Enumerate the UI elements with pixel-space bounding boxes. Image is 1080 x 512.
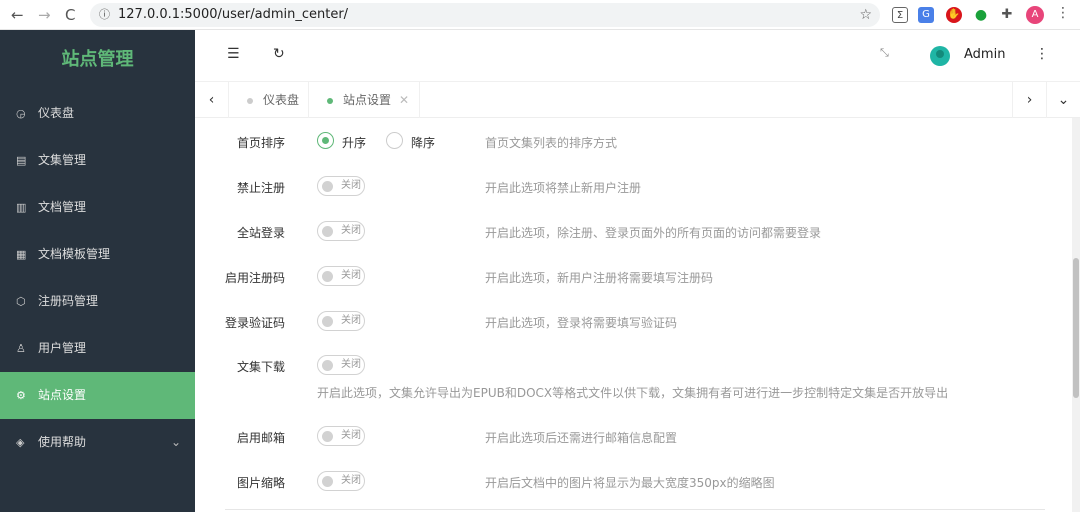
info-icon[interactable]: ⓘ (99, 3, 110, 27)
toggle-switch[interactable]: 关闭 (317, 426, 365, 446)
back-icon[interactable]: ← (11, 6, 24, 24)
setting-label: 首页排序 (236, 136, 285, 150)
setting-label: 禁止注册 (236, 181, 285, 195)
setting-label: 启用邮箱 (236, 431, 285, 445)
dashboard-icon: ◶ (16, 107, 26, 120)
setting-help: 开启此选项，新用户注册将需要填写注册码 (485, 271, 714, 285)
avatar[interactable] (930, 46, 950, 66)
setting-require-login: 全站登录 关闭 开启此选项，除注册、登录页面外的所有页面的访问都需要登录 (195, 216, 1055, 246)
extension-adblock-icon[interactable]: ✋ (946, 7, 962, 23)
more-icon[interactable]: ⋮ (1035, 46, 1049, 62)
sidebar-item-label: 站点设置 (38, 388, 87, 402)
tab-dashboard[interactable]: 仪表盘 (229, 82, 309, 118)
forward-icon[interactable]: → (38, 6, 51, 24)
setting-help: 开启此选项，文集允许导出为EPUB和DOCX等格式文件以供下载，文集拥有者可进行… (317, 386, 949, 400)
user-icon: ♙ (16, 342, 26, 355)
url-text: 127.0.0.1:5000/user/admin_center/ (118, 7, 349, 22)
profile-avatar[interactable]: A (1026, 6, 1044, 24)
toggle-switch[interactable]: 关闭 (317, 176, 365, 196)
sidebar-item-label: 仪表盘 (38, 106, 75, 120)
tab-label: 站点设置 (343, 93, 392, 107)
scrollbar-thumb[interactable] (1073, 258, 1079, 398)
chevron-down-icon: ⌄ (170, 435, 181, 449)
sidebar-item-dashboard[interactable]: ◶ 仪表盘 (0, 90, 195, 137)
tabs-prev-icon[interactable]: ‹ (195, 82, 229, 118)
setting-label: 图片缩略 (236, 476, 285, 490)
tab-bar: ‹ 仪表盘 站点设置 ✕ › ⌄ (195, 82, 1080, 118)
setting-label: 启用注册码 (224, 271, 285, 285)
radio-desc-label[interactable]: 降序 (411, 134, 435, 151)
cube-icon: ⬡ (16, 295, 26, 308)
sidebar-item-label: 文档模板管理 (38, 247, 111, 261)
setting-image-thumbnail: 图片缩略 关闭 开启后文档中的图片将显示为最大宽度350px的缩略图 (195, 466, 1055, 496)
setting-enable-email: 启用邮箱 关闭 开启此选项后还需进行邮箱信息配置 (195, 421, 1055, 451)
tab-site-settings[interactable]: 站点设置 ✕ (309, 82, 420, 118)
sidebar-item-users[interactable]: ♙ 用户管理 (0, 325, 195, 372)
sidebar-item-site-settings[interactable]: ⚙ 站点设置 (0, 372, 195, 419)
tab-dot (327, 97, 333, 104)
setting-help: 开启此选项，登录将需要填写验证码 (485, 316, 678, 330)
scrollbar[interactable] (1072, 118, 1080, 512)
header: ☰ ↻ ⤡ Admin ⋮ (195, 30, 1080, 82)
sidebar: 站点管理 ◶ 仪表盘 ▤ 文集管理 ▥ 文档管理 ▦ 文档模板管理 ⬡ 注册码管理 ♙ 用户… (0, 30, 195, 512)
toggle-switch[interactable]: 关闭 (317, 311, 365, 331)
document-icon: ▥ (16, 201, 27, 214)
layers-icon: ◈ (16, 436, 25, 449)
settings-form: 首页排序 升序 降序 首页文集列表的排序方式 禁止注册 关闭 开启此选项将禁止新用户… (195, 118, 1072, 512)
radio-asc-label[interactable]: 升序 (342, 134, 366, 151)
sidebar-item-label: 注册码管理 (38, 294, 99, 308)
sidebar-item-label: 文档管理 (38, 200, 87, 214)
tab-label: 仪表盘 (263, 93, 300, 107)
setting-register-code: 启用注册码 关闭 开启此选项，新用户注册将需要填写注册码 (195, 261, 1055, 291)
reload-icon[interactable]: C (65, 6, 75, 24)
sidebar-item-help[interactable]: ◈ 使用帮助 ⌄ (0, 419, 195, 466)
setting-collection-download: 文集下载 关闭开启此选项，文集允许导出为EPUB和DOCX等格式文件以供下载，文集… (195, 350, 1055, 410)
extension-translate-icon[interactable]: G (918, 7, 934, 23)
browser-menu-icon[interactable]: ⋮ (1056, 5, 1070, 21)
address-bar[interactable]: ⓘ 127.0.0.1:5000/user/admin_center/ ☆ (90, 3, 880, 27)
toggle-switch[interactable]: 关闭 (317, 355, 365, 375)
setting-disable-register: 禁止注册 关闭 开启此选项将禁止新用户注册 (195, 171, 1055, 201)
bookmark-star-icon[interactable]: ☆ (859, 3, 872, 27)
extensions-puzzle-icon[interactable]: ✚ (999, 7, 1015, 23)
toggle-switch[interactable]: 关闭 (317, 266, 365, 286)
setting-login-captcha: 登录验证码 关闭 开启此选项，登录将需要填写验证码 (195, 306, 1055, 336)
setting-help: 开启此选项后还需进行邮箱信息配置 (485, 431, 678, 445)
setting-label: 登录验证码 (224, 316, 285, 330)
browser-toolbar: ← → C ⓘ 127.0.0.1:5000/user/admin_center… (0, 0, 1080, 30)
setting-help: 开启此选项将禁止新用户注册 (485, 181, 642, 195)
tab-dot (247, 97, 253, 104)
setting-label: 文集下载 (236, 360, 285, 374)
setting-help: 开启此选项，除注册、登录页面外的所有页面的访问都需要登录 (485, 226, 822, 240)
username[interactable]: Admin (964, 47, 1005, 62)
divider (225, 509, 1045, 510)
setting-help: 首页文集列表的排序方式 (485, 136, 618, 150)
toggle-switch[interactable]: 关闭 (317, 471, 365, 491)
gear-icon: ⚙ (16, 389, 26, 402)
extension-evernote-icon[interactable]: ● (973, 7, 989, 23)
tabs-dropdown-icon[interactable]: ⌄ (1046, 82, 1080, 118)
sidebar-item-label: 文集管理 (38, 153, 87, 167)
toggle-switch[interactable]: 关闭 (317, 221, 365, 241)
setting-sort: 首页排序 升序 降序 首页文集列表的排序方式 (195, 126, 1055, 156)
sidebar-item-docs[interactable]: ▥ 文档管理 (0, 184, 195, 231)
sidebar-item-templates[interactable]: ▦ 文档模板管理 (0, 231, 195, 278)
brand-title: 站点管理 (61, 49, 134, 70)
sidebar-item-collections[interactable]: ▤ 文集管理 (0, 137, 195, 184)
fullscreen-icon[interactable]: ⤡ (880, 46, 889, 60)
close-icon[interactable]: ✕ (399, 93, 409, 107)
menu-toggle-icon[interactable]: ☰ (227, 46, 240, 62)
sidebar-item-label: 使用帮助 (38, 435, 87, 449)
setting-help: 开启后文档中的图片将显示为最大宽度350px的缩略图 (485, 476, 775, 490)
collection-icon: ▤ (16, 154, 27, 167)
extension-terminal-icon[interactable]: Σ (892, 7, 908, 23)
sidebar-item-regcodes[interactable]: ⬡ 注册码管理 (0, 278, 195, 325)
radio-desc[interactable] (386, 132, 403, 149)
refresh-icon[interactable]: ↻ (273, 46, 285, 62)
radio-asc[interactable] (317, 132, 334, 149)
setting-label: 全站登录 (236, 226, 285, 240)
template-icon: ▦ (16, 248, 27, 261)
tabs-next-icon[interactable]: › (1012, 82, 1046, 118)
sidebar-item-label: 用户管理 (38, 341, 87, 355)
